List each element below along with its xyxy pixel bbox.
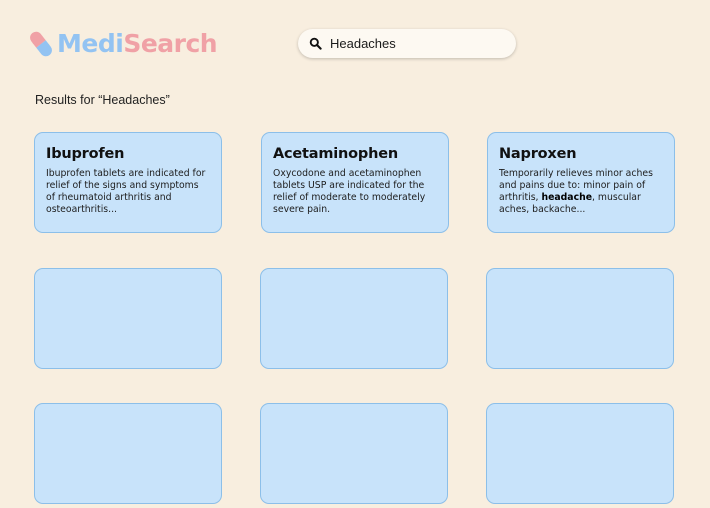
results-heading: Results for “Headaches” [35,93,170,107]
card-title: Acetaminophen [273,146,398,162]
placeholder-card[interactable] [486,403,674,504]
logo-text-medi: Medi [57,29,124,58]
highlighted-term: headache [541,192,593,203]
card-title: Ibuprofen [46,146,125,162]
placeholder-card[interactable] [260,403,448,504]
result-card-acetaminophen[interactable]: Acetaminophen Oxycodone and acetaminophe… [261,132,449,233]
placeholder-card[interactable] [34,403,222,504]
card-description: Oxycodone and acetaminophen tablets USP … [273,168,426,215]
search-input[interactable] [330,36,500,51]
search-icon[interactable] [309,37,322,50]
card-title: Naproxen [499,146,577,162]
search-bar[interactable] [298,29,516,58]
result-card-naproxen[interactable]: Naproxen Temporarily relieves minor ache… [487,132,675,233]
placeholder-card[interactable] [260,268,448,369]
card-description: Temporarily relieves minor aches and pai… [499,168,663,216]
app-title: MediSearch [57,28,218,60]
placeholder-card[interactable] [34,268,222,369]
pill-icon [30,31,52,57]
logo-text-search: Search [123,29,218,58]
app-logo[interactable]: MediSearch [29,28,218,60]
result-card-ibuprofen[interactable]: Ibuprofen Ibuprofen tablets are indicate… [34,132,222,233]
placeholder-card[interactable] [486,268,674,369]
page: MediSearch Results for “Headaches” Ibupr… [0,0,710,508]
card-description: Ibuprofen tablets are indicated for reli… [46,168,206,215]
